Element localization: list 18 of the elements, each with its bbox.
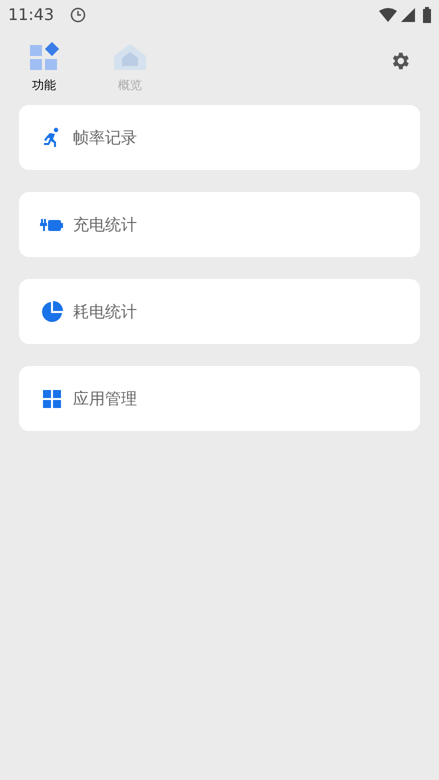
grid-icon: [43, 390, 61, 408]
menu-label: 应用管理: [73, 388, 137, 410]
menu-label: 充电统计: [73, 214, 137, 236]
menu-card[interactable]: 应用管理: [19, 366, 420, 431]
menu-label: 帧率记录: [73, 126, 137, 148]
blocks-icon: [29, 42, 59, 72]
menu-card[interactable]: 耗电统计: [19, 279, 420, 344]
nav-tab[interactable]: 功能: [24, 42, 64, 94]
wifi-icon: [379, 8, 397, 22]
menu-label: 耗电统计: [73, 300, 137, 322]
clock-icon: [70, 7, 86, 23]
house-icon: [113, 42, 147, 72]
signal-icon: [401, 8, 415, 22]
menu-card[interactable]: 充电统计: [19, 192, 420, 257]
status-time: 11:43: [8, 4, 54, 26]
menu-card[interactable]: 帧率记录: [19, 105, 420, 170]
pie-chart-icon: [41, 300, 63, 322]
battery-icon: [423, 7, 431, 23]
